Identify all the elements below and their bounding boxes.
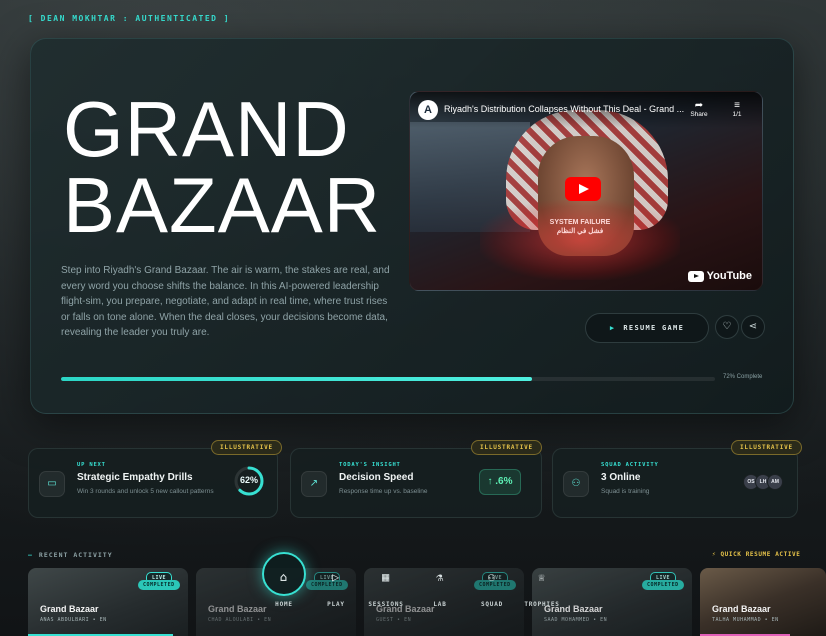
share-button[interactable]: ➦ Share	[686, 100, 712, 118]
dash-icon: —	[28, 551, 33, 559]
users-icon: ⚇	[487, 570, 497, 584]
dock-label: SQUAD	[480, 601, 504, 608]
recent-activity-heading: — RECENT ACTIVITY	[28, 551, 113, 559]
playlist-count: 1/1	[732, 111, 742, 118]
video-title[interactable]: Riyadh's Distribution Collapses Without …	[444, 104, 684, 114]
overlay-text-ar: فشل في النظام	[556, 228, 604, 235]
youtube-logo-icon	[687, 270, 704, 282]
hero-card: GRAND BAZAAR Step into Riyadh's Grand Ba…	[30, 38, 794, 414]
card-kicker: SQUAD ACTIVITY	[601, 462, 659, 468]
auth-status: [ DEAN MOKHTAR : AUTHENTICATED ]	[28, 14, 231, 23]
completed-tag: COMPLETED	[138, 580, 180, 590]
youtube-play-button[interactable]	[565, 177, 601, 201]
dock-sessions[interactable]: ▦ SESSIONS	[366, 570, 406, 608]
card-kicker: UP NEXT	[77, 462, 106, 468]
card-subtitle: Response time up vs. baseline	[339, 488, 428, 495]
dock-squad[interactable]: ⚇ SQUAD	[472, 570, 512, 608]
youtube-brand[interactable]: YouTube	[687, 270, 752, 282]
dock-home[interactable]: ⌂ HOME	[264, 570, 304, 608]
game-description: Step into Riyadh's Grand Bazaar. The air…	[61, 265, 390, 338]
recent-tile[interactable]: LIVE COMPLETED Grand Bazaar ANAS ABDULBA…	[28, 568, 188, 636]
resume-label: RESUME GAME	[623, 324, 685, 332]
completion-ring: 62%	[233, 465, 265, 497]
play-icon: ▷	[331, 570, 341, 584]
channel-logo-icon[interactable]: A	[418, 100, 438, 120]
up-next-card[interactable]: ▭ UP NEXT Strategic Empathy Drills Win 3…	[28, 448, 278, 518]
dock-label: PLAY	[327, 601, 345, 608]
recent-tile[interactable]: Grand Bazaar TALHA MUHAMMAD • EN	[700, 568, 826, 636]
completed-tag: COMPLETED	[642, 580, 684, 590]
resume-game-button[interactable]: ▶ RESUME GAME	[585, 313, 709, 343]
home-icon: ⌂	[279, 570, 289, 584]
trend-icon: ↗	[301, 471, 327, 497]
dock-label: TROPHIES	[524, 601, 560, 608]
calendar-icon: ▦	[381, 570, 391, 584]
progress-label: 72% Complete	[723, 374, 763, 380]
dock-trophies[interactable]: ♕ TROPHIES	[522, 570, 562, 608]
heart-icon: ♡	[722, 321, 732, 332]
dock-lab[interactable]: ⚗ LAB	[420, 570, 460, 608]
card-kicker: TODAY'S INSIGHT	[339, 462, 401, 468]
illustrative-badge: ILLUSTRATIVE	[211, 440, 282, 455]
recent-label: RECENT ACTIVITY	[38, 551, 113, 559]
card-title: Decision Speed	[339, 472, 414, 483]
dock-play[interactable]: ▷ PLAY	[316, 570, 356, 608]
share-label: Share	[690, 111, 708, 118]
bottom-dock: ⌂ HOME ▷ PLAY ▦ SESSIONS ⚗ LAB ⚇ SQUAD ♕…	[250, 552, 562, 636]
squad-card[interactable]: ⚇ SQUAD ACTIVITY 3 Online Squad is train…	[552, 448, 798, 518]
share-game-button[interactable]: ⋖	[741, 315, 765, 339]
card-title: 3 Online	[601, 472, 641, 483]
progress-bar	[61, 377, 715, 381]
overlay-text-en: SYSTEM FAILURE	[549, 219, 611, 226]
youtube-wordmark: YouTube	[706, 270, 752, 282]
card-subtitle: Win 3 rounds and unlock 5 new callout pa…	[77, 488, 214, 495]
video-map-glow	[480, 200, 680, 280]
dock-label: HOME	[275, 601, 293, 608]
quick-resume-label: ⚡ QUICK RESUME ACTIVE	[712, 551, 800, 558]
quick-resume-text: QUICK RESUME ACTIVE	[720, 551, 801, 558]
share-arrow-icon: ➦	[694, 100, 704, 111]
illustrative-badge: ILLUSTRATIVE	[731, 440, 802, 455]
video-overlay-text: SYSTEM FAILURE فشل في النظام	[530, 218, 630, 236]
share-nodes-icon: ⋖	[748, 321, 758, 332]
game-title: GRAND BAZAAR	[63, 85, 382, 249]
card-title: Strategic Empathy Drills	[77, 472, 193, 483]
dock-label: LAB	[433, 601, 447, 608]
delta-badge: ↑ .6%	[479, 469, 521, 495]
playlist-icon: ≡	[734, 100, 740, 111]
trophy-icon: ♕	[537, 570, 547, 584]
avatar[interactable]: AM	[767, 474, 783, 490]
tile-subtitle: ANAS ABDULBARI • EN	[40, 617, 107, 623]
insight-card[interactable]: ↗ TODAY'S INSIGHT Decision Speed Respons…	[290, 448, 542, 518]
video-player[interactable]: SYSTEM FAILURE فشل في النظام A Riyadh's …	[409, 91, 763, 291]
card-subtitle: Squad is training	[601, 488, 650, 495]
ring-label: 62%	[239, 475, 258, 485]
title-line-2: BAZAAR	[63, 161, 382, 249]
tile-subtitle: TALHA MUHAMMAD • EN	[712, 617, 779, 623]
favorite-button[interactable]: ♡	[715, 315, 739, 339]
flask-icon: ⚗	[435, 570, 445, 584]
play-triangle-icon: ▶	[609, 324, 616, 332]
illustrative-badge: ILLUSTRATIVE	[471, 440, 542, 455]
users-icon: ⚇	[563, 471, 589, 497]
dock-label: SESSIONS	[368, 601, 404, 608]
playlist-button[interactable]: ≡ 1/1	[722, 100, 752, 118]
progress-fill	[61, 377, 532, 381]
screen-icon: ▭	[39, 471, 65, 497]
tile-title: Grand Bazaar	[40, 604, 99, 614]
title-line-1: GRAND	[63, 85, 350, 173]
tile-title: Grand Bazaar	[712, 604, 771, 614]
squad-avatars: OS LH AM	[743, 474, 783, 490]
